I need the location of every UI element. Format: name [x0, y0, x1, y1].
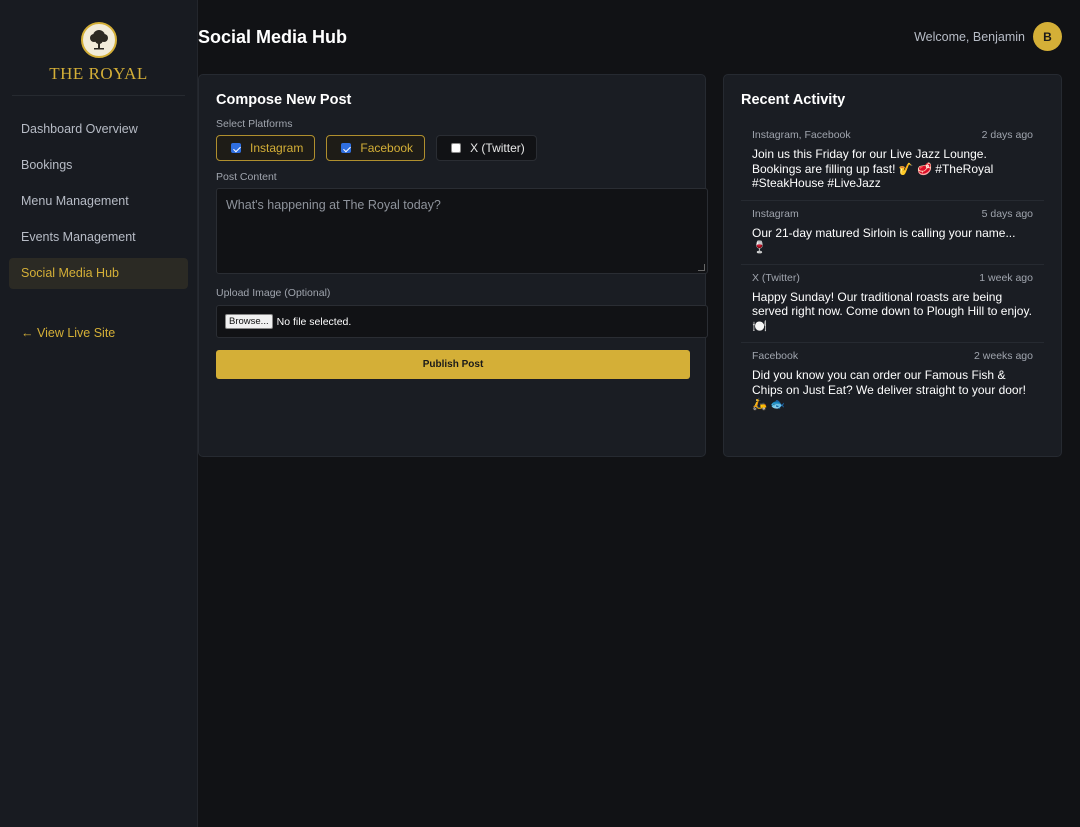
- checkbox-checked-icon: [341, 143, 352, 153]
- platform-label: X (Twitter): [470, 141, 525, 155]
- feed-text: Our 21-day matured Sirloin is calling yo…: [752, 225, 1016, 255]
- view-live-site-link[interactable]: ← View Live Site: [21, 326, 197, 340]
- feed-time: 1 week ago: [979, 271, 1033, 284]
- feed-platforms: Instagram, Facebook: [752, 129, 851, 141]
- feed-text: Did you know you can order our Famous Fi…: [752, 368, 1026, 411]
- list-item: X (Twitter) 1 week ago Happy Sunday! Our…: [741, 265, 1044, 343]
- checkbox-checked-icon: [231, 143, 241, 153]
- image-upload-input[interactable]: Browse... No file selected.: [216, 305, 708, 338]
- list-item: Facebook 2 weeks ago Did you know you ca…: [741, 343, 1044, 421]
- feed-time: 5 days ago: [981, 207, 1033, 220]
- sidebar: THE ROYAL Dashboard Overview Bookings Me…: [0, 0, 198, 827]
- checkbox-unchecked-icon: [451, 143, 462, 153]
- compose-card: Compose New Post Select Platforms Instag…: [198, 74, 708, 457]
- compose-title: Compose New Post: [216, 92, 352, 108]
- feed-platforms: Instagram: [752, 207, 799, 220]
- welcome-text: Welcome, Benjamin: [914, 29, 1025, 44]
- browse-button[interactable]: Browse...: [225, 314, 273, 329]
- feed-time: 2 weeks ago: [974, 350, 1033, 362]
- sidebar-nav: Dashboard Overview Bookings Menu Managem…: [0, 96, 197, 294]
- list-item: Instagram 5 days ago Our 21-day matured …: [741, 201, 1044, 265]
- platform-x-twitter-checkbox[interactable]: X (Twitter): [436, 135, 537, 161]
- platform-facebook-checkbox[interactable]: Facebook: [326, 135, 426, 161]
- brand[interactable]: THE ROYAL: [12, 0, 185, 96]
- feed-platforms: Facebook: [752, 350, 799, 362]
- upload-image-label: Upload Image (Optional): [216, 287, 331, 299]
- activity-feed: Instagram, Facebook 2 days ago Join us t…: [741, 122, 1044, 421]
- oak-tree-emblem-icon: [80, 22, 117, 58]
- feed-time: 2 days ago: [981, 129, 1033, 141]
- recent-activity-card: Recent Activity Instagram, Facebook 2 da…: [723, 74, 1062, 457]
- resize-handle-icon[interactable]: [698, 264, 705, 271]
- sidebar-item-menu-management[interactable]: Menu Management: [9, 186, 188, 217]
- feed-platforms: X (Twitter): [752, 271, 800, 284]
- post-content-label: Post Content: [216, 171, 277, 183]
- post-content-placeholder: What's happening at The Royal today?: [226, 198, 441, 212]
- platforms-label: Select Platforms: [216, 118, 293, 130]
- platform-selector: Instagram Facebook X (Twitter): [216, 135, 688, 161]
- sidebar-item-social-media-hub[interactable]: Social Media Hub: [9, 258, 188, 289]
- publish-post-button[interactable]: Publish Post: [216, 350, 690, 379]
- brand-name: THE ROYAL: [49, 64, 148, 83]
- feed-text: Join us this Friday for our Live Jazz Lo…: [752, 147, 994, 190]
- sidebar-item-bookings[interactable]: Bookings: [9, 150, 188, 181]
- avatar[interactable]: B: [1033, 22, 1062, 51]
- activity-title: Recent Activity: [741, 92, 846, 108]
- feed-text: Happy Sunday! Our traditional roasts are…: [752, 289, 1032, 333]
- user-area: Welcome, Benjamin B: [914, 22, 1062, 51]
- list-item: Instagram, Facebook 2 days ago Join us t…: [741, 122, 1044, 201]
- page-title: Social Media Hub: [198, 27, 348, 47]
- sidebar-item-events-management[interactable]: Events Management: [9, 222, 188, 253]
- platform-label: Facebook: [360, 141, 414, 155]
- file-status: No file selected.: [276, 315, 352, 328]
- platform-instagram-checkbox[interactable]: Instagram: [216, 135, 316, 161]
- platform-label: Instagram: [250, 141, 304, 155]
- app: THE ROYAL Dashboard Overview Bookings Me…: [0, 0, 1080, 827]
- main-content: Social Media Hub Welcome, Benjamin B Com…: [198, 0, 1080, 827]
- sidebar-item-dashboard-overview[interactable]: Dashboard Overview: [9, 114, 188, 145]
- post-content-input[interactable]: What's happening at The Royal today?: [216, 188, 708, 274]
